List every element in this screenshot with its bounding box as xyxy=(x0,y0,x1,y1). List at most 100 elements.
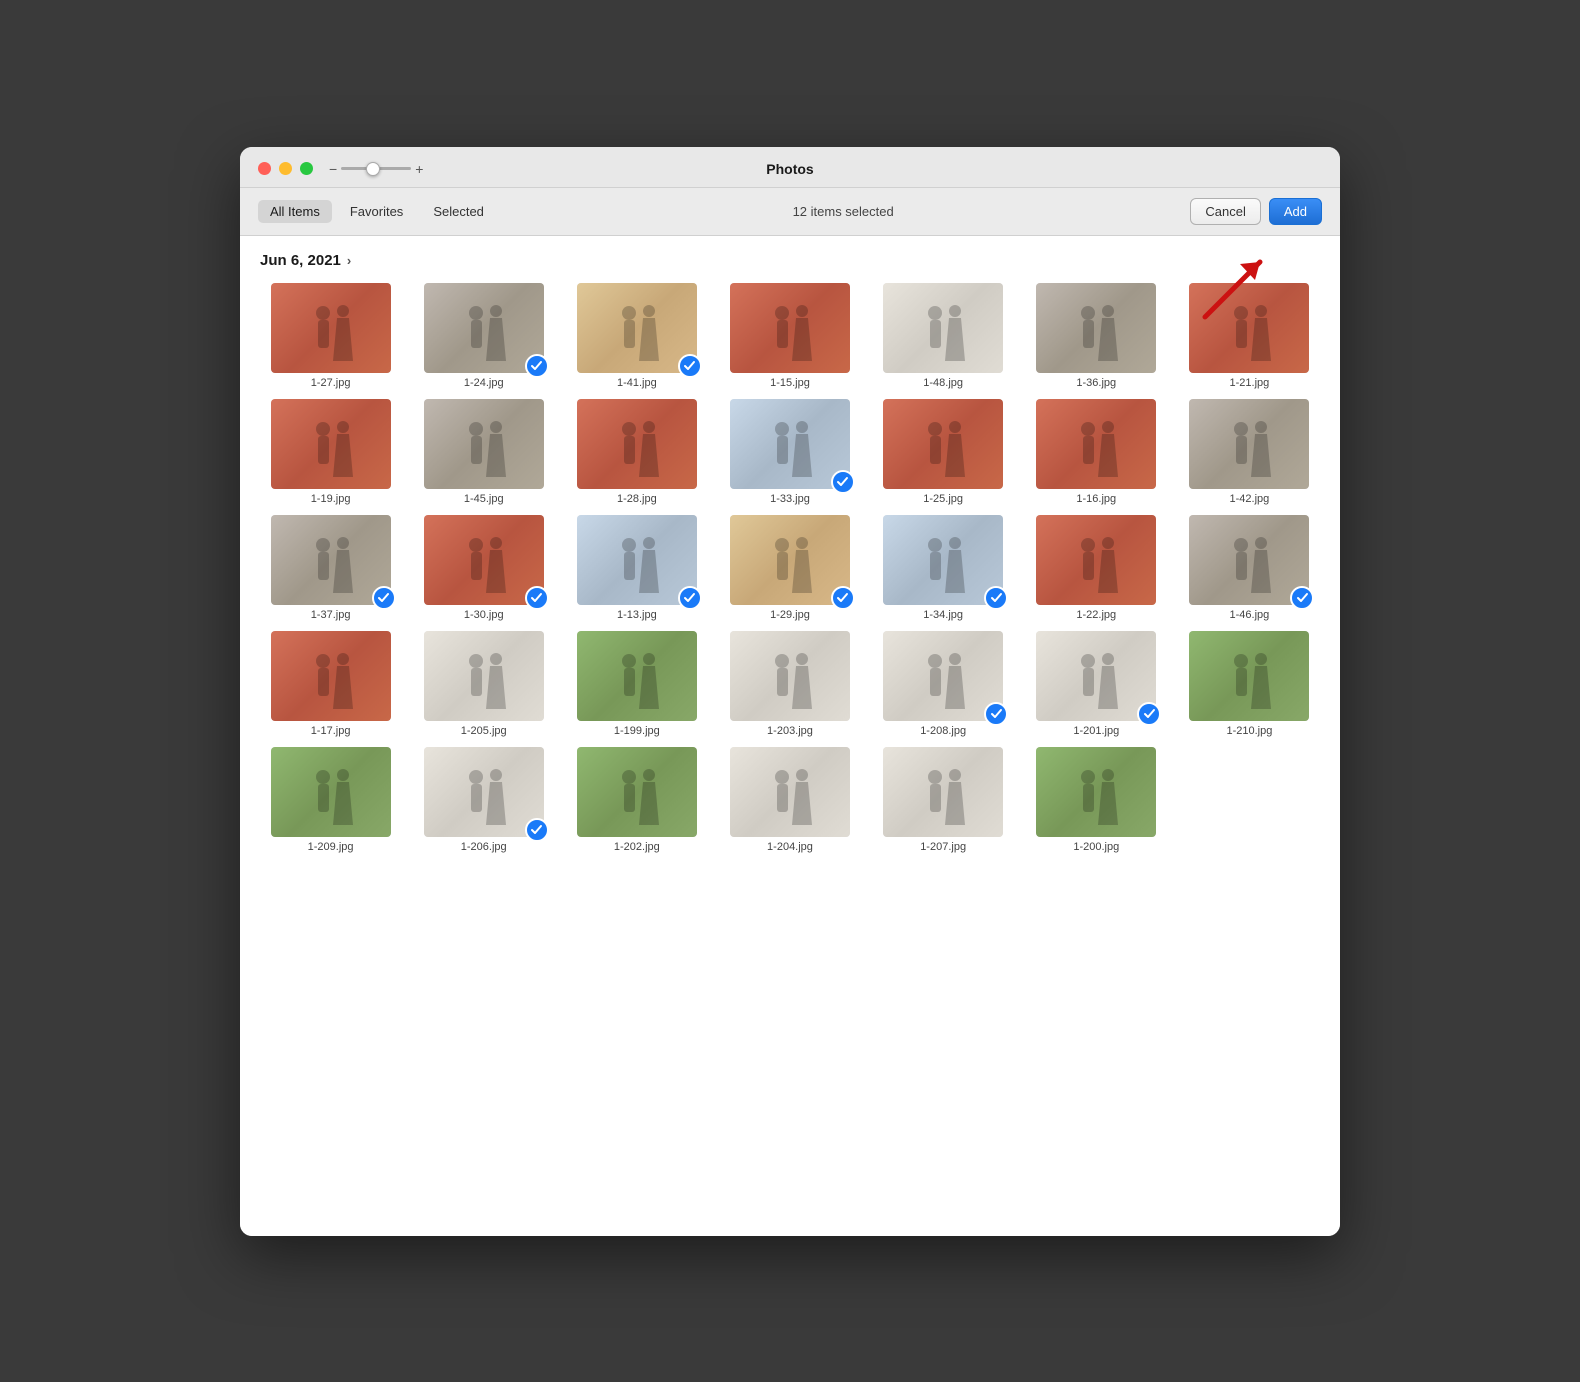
photo-thumbnail xyxy=(1189,631,1309,721)
photo-thumbnail xyxy=(577,283,697,373)
photo-label: 1-25.jpg xyxy=(923,493,963,505)
selected-badge xyxy=(678,354,702,378)
photo-label: 1-15.jpg xyxy=(770,377,810,389)
zoom-control: − + xyxy=(329,161,423,177)
photo-item[interactable]: 1-199.jpg xyxy=(566,631,707,737)
photo-item[interactable]: 1-207.jpg xyxy=(873,747,1014,853)
photo-label: 1-29.jpg xyxy=(770,609,810,621)
photo-thumbnail xyxy=(1036,631,1156,721)
photo-item[interactable]: 1-33.jpg xyxy=(719,399,860,505)
photo-label: 1-27.jpg xyxy=(311,377,351,389)
photo-item[interactable]: 1-48.jpg xyxy=(873,283,1014,389)
photo-item[interactable]: 1-206.jpg xyxy=(413,747,554,853)
photo-thumbnail xyxy=(271,747,391,837)
photo-item[interactable]: 1-24.jpg xyxy=(413,283,554,389)
filter-all-button[interactable]: All Items xyxy=(258,200,332,223)
photo-label: 1-202.jpg xyxy=(614,841,660,853)
selection-count: 12 items selected xyxy=(502,204,1184,219)
photo-item[interactable]: 1-22.jpg xyxy=(1026,515,1167,621)
photo-item[interactable]: 1-45.jpg xyxy=(413,399,554,505)
add-button[interactable]: Add xyxy=(1269,198,1322,225)
photo-thumbnail xyxy=(1036,515,1156,605)
photo-label: 1-17.jpg xyxy=(311,725,351,737)
photo-label: 1-28.jpg xyxy=(617,493,657,505)
date-chevron-icon[interactable]: › xyxy=(347,253,351,268)
photo-item[interactable]: 1-46.jpg xyxy=(1179,515,1320,621)
selected-badge xyxy=(984,586,1008,610)
photo-item[interactable]: 1-17.jpg xyxy=(260,631,401,737)
selected-badge xyxy=(831,470,855,494)
photo-thumbnail xyxy=(1036,399,1156,489)
photo-item[interactable]: 1-209.jpg xyxy=(260,747,401,853)
photo-item[interactable]: 1-19.jpg xyxy=(260,399,401,505)
selected-badge xyxy=(1137,702,1161,726)
photo-item[interactable]: 1-42.jpg xyxy=(1179,399,1320,505)
photo-label: 1-42.jpg xyxy=(1230,493,1270,505)
photo-label: 1-21.jpg xyxy=(1230,377,1270,389)
photo-label: 1-19.jpg xyxy=(311,493,351,505)
photo-thumbnail xyxy=(577,399,697,489)
photo-item[interactable]: 1-36.jpg xyxy=(1026,283,1167,389)
photo-item[interactable]: 1-34.jpg xyxy=(873,515,1014,621)
traffic-lights xyxy=(258,162,313,175)
photo-item[interactable]: 1-25.jpg xyxy=(873,399,1014,505)
window-title: Photos xyxy=(766,161,813,177)
photo-thumbnail xyxy=(271,515,391,605)
photo-thumbnail xyxy=(1036,747,1156,837)
photo-item[interactable]: 1-13.jpg xyxy=(566,515,707,621)
photo-label: 1-206.jpg xyxy=(461,841,507,853)
photo-thumbnail xyxy=(1189,515,1309,605)
close-button[interactable] xyxy=(258,162,271,175)
content-area: Jun 6, 2021 › 1-27.jpg 1-24.jpg xyxy=(240,236,1340,1236)
photo-thumbnail xyxy=(883,283,1003,373)
photo-label: 1-34.jpg xyxy=(923,609,963,621)
photo-label: 1-41.jpg xyxy=(617,377,657,389)
zoom-minus-icon[interactable]: − xyxy=(329,161,337,177)
photo-label: 1-45.jpg xyxy=(464,493,504,505)
photo-thumbnail xyxy=(730,399,850,489)
photo-label: 1-16.jpg xyxy=(1076,493,1116,505)
photo-item[interactable]: 1-30.jpg xyxy=(413,515,554,621)
photo-item[interactable]: 1-29.jpg xyxy=(719,515,860,621)
filter-selected-button[interactable]: Selected xyxy=(421,200,496,223)
photo-thumbnail xyxy=(271,283,391,373)
photo-item[interactable]: 1-28.jpg xyxy=(566,399,707,505)
maximize-button[interactable] xyxy=(300,162,313,175)
photo-item[interactable]: 1-201.jpg xyxy=(1026,631,1167,737)
photo-item[interactable]: 1-204.jpg xyxy=(719,747,860,853)
photo-label: 1-24.jpg xyxy=(464,377,504,389)
selected-badge xyxy=(984,702,1008,726)
minimize-button[interactable] xyxy=(279,162,292,175)
photo-item[interactable]: 1-202.jpg xyxy=(566,747,707,853)
photo-thumbnail xyxy=(424,631,544,721)
photo-item[interactable]: 1-15.jpg xyxy=(719,283,860,389)
zoom-slider[interactable] xyxy=(341,167,411,170)
photo-thumbnail xyxy=(577,631,697,721)
photo-thumbnail xyxy=(730,747,850,837)
cancel-button[interactable]: Cancel xyxy=(1190,198,1260,225)
photo-thumbnail xyxy=(577,747,697,837)
photo-item[interactable]: 1-16.jpg xyxy=(1026,399,1167,505)
filter-favorites-button[interactable]: Favorites xyxy=(338,200,415,223)
photo-item[interactable]: 1-203.jpg xyxy=(719,631,860,737)
photo-item[interactable]: 1-205.jpg xyxy=(413,631,554,737)
photo-thumbnail xyxy=(424,399,544,489)
photo-thumbnail xyxy=(1036,283,1156,373)
photo-thumbnail xyxy=(424,515,544,605)
photo-thumbnail xyxy=(1189,399,1309,489)
photo-label: 1-13.jpg xyxy=(617,609,657,621)
zoom-plus-icon[interactable]: + xyxy=(415,161,423,177)
photo-thumbnail xyxy=(271,399,391,489)
selected-badge xyxy=(525,818,549,842)
photo-label: 1-30.jpg xyxy=(464,609,504,621)
date-label: Jun 6, 2021 xyxy=(260,252,341,269)
photo-item[interactable]: 1-37.jpg xyxy=(260,515,401,621)
photo-item[interactable]: 1-27.jpg xyxy=(260,283,401,389)
photo-item[interactable]: 1-41.jpg xyxy=(566,283,707,389)
photo-item[interactable]: 1-210.jpg xyxy=(1179,631,1320,737)
photo-item[interactable]: 1-21.jpg xyxy=(1179,283,1320,389)
photo-label: 1-208.jpg xyxy=(920,725,966,737)
date-header: Jun 6, 2021 › xyxy=(260,252,1320,269)
photo-item[interactable]: 1-208.jpg xyxy=(873,631,1014,737)
photo-item[interactable]: 1-200.jpg xyxy=(1026,747,1167,853)
